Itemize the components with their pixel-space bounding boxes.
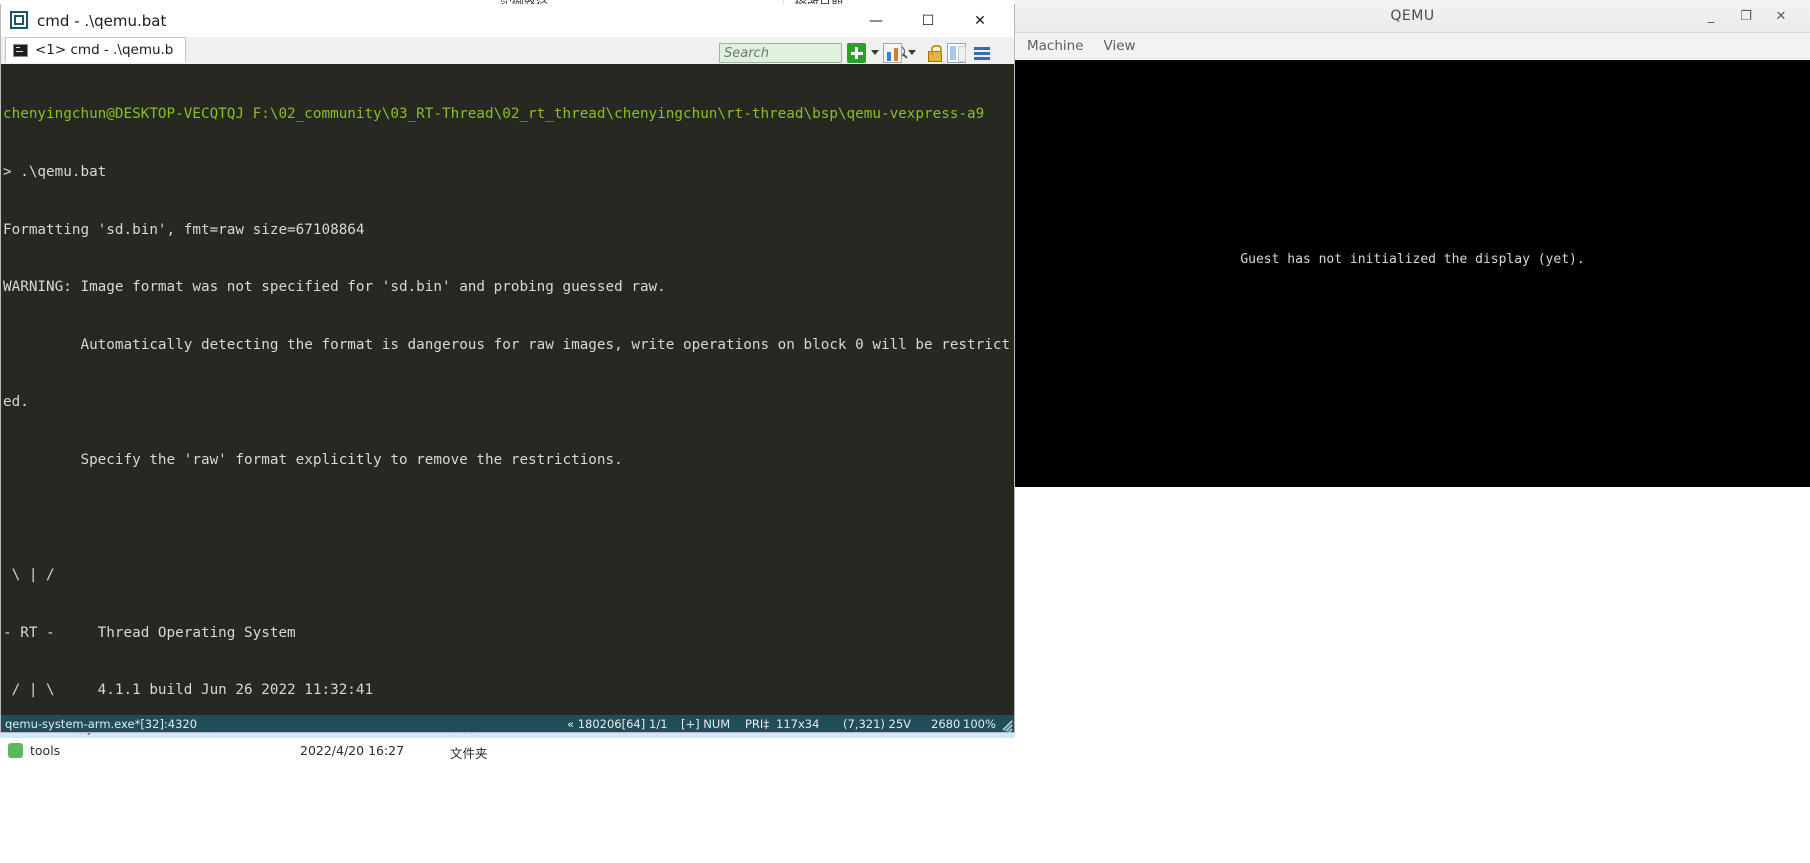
menu-item-machine[interactable]: Machine bbox=[1027, 38, 1084, 54]
console-statusbar: qemu-system-arm.exe*[32]:4320 « 180206[6… bbox=[1, 715, 1014, 732]
console-line: \ | / bbox=[3, 566, 1014, 585]
conemu-icon bbox=[10, 11, 28, 29]
console-line: Specify the 'raw' format explicitly to r… bbox=[3, 451, 1014, 470]
console-titlebar[interactable]: cmd - .\qemu.bat — ☐ ✕ bbox=[1, 4, 1014, 37]
qemu-guest-display[interactable]: Guest has not initialized the display (y… bbox=[1015, 60, 1810, 487]
status-keys[interactable]: [+] NUM bbox=[681, 717, 730, 731]
console-line bbox=[3, 509, 1014, 528]
status-process-name: qemu-system-arm.exe*[32]:4320 bbox=[5, 717, 197, 731]
explorer-file-list: SHO公路-yizhiban-INTEL 2022/6/3 14:08 文件夹 … bbox=[0, 712, 1015, 863]
console-line: chenyingchun@DESKTOP-VECQTQJ F:\02_commu… bbox=[3, 105, 1014, 124]
new-console-button[interactable] bbox=[847, 43, 866, 63]
qemu-close-button[interactable]: ✕ bbox=[1764, 0, 1798, 33]
status-buffer[interactable]: « 180206[64] bbox=[567, 717, 645, 731]
qemu-menubar: Machine View bbox=[1015, 33, 1810, 59]
search-input[interactable] bbox=[720, 46, 892, 61]
console-tab-icon bbox=[13, 44, 28, 57]
file-date: 2022/4/20 16:27 bbox=[300, 743, 404, 758]
conemu-console-window: cmd - .\qemu.bat — ☐ ✕ <1> cmd - .\qemu.… bbox=[0, 4, 1015, 733]
bar-chart-icon[interactable] bbox=[883, 43, 902, 63]
qemu-titlebar[interactable]: QEMU _ ❐ ✕ bbox=[1015, 0, 1810, 33]
qemu-window: QEMU _ ❐ ✕ Machine View Guest has not in… bbox=[1015, 0, 1810, 863]
console-line: Automatically detecting the format is da… bbox=[3, 336, 1014, 355]
console-line: / | \ 4.1.1 build Jun 26 2022 11:32:41 bbox=[3, 681, 1014, 700]
status-zoom[interactable]: 100% bbox=[963, 717, 996, 731]
padlock-icon[interactable] bbox=[925, 43, 942, 63]
file-type: 文件夹 bbox=[450, 743, 488, 762]
console-line: - RT - Thread Operating System bbox=[3, 624, 1014, 643]
console-line: > .\qemu.bat bbox=[3, 163, 1014, 182]
chevron-down-icon[interactable] bbox=[871, 50, 879, 55]
console-tab-label: <1> cmd - .\qemu.b bbox=[35, 42, 173, 58]
hamburger-menu-icon[interactable] bbox=[973, 43, 992, 63]
status-cursor[interactable]: (7,321) 25V bbox=[843, 717, 911, 731]
console-line: WARNING: Image format was not specified … bbox=[3, 278, 1014, 297]
qemu-window-body bbox=[1015, 487, 1810, 863]
qemu-window-title: QEMU bbox=[1015, 8, 1810, 24]
table-row[interactable]: tools 2022/4/20 16:27 文件夹 bbox=[0, 738, 1015, 764]
split-panel-icon[interactable] bbox=[947, 43, 966, 63]
file-name: tools bbox=[30, 743, 60, 758]
qemu-guest-message: Guest has not initialized the display (y… bbox=[1015, 252, 1810, 267]
console-tab-1[interactable]: <1> cmd - .\qemu.b bbox=[5, 37, 186, 63]
console-window-title: cmd - .\qemu.bat bbox=[37, 12, 166, 30]
status-memory[interactable]: 2680 bbox=[931, 717, 960, 731]
console-line: ed. bbox=[3, 393, 1014, 412]
console-output[interactable]: chenyingchun@DESKTOP-VECQTQJ F:\02_commu… bbox=[1, 64, 1014, 716]
status-priority[interactable]: PRI‡ bbox=[745, 717, 769, 731]
folder-green-icon bbox=[8, 743, 23, 758]
chevron-down-icon[interactable] bbox=[908, 50, 916, 55]
status-size[interactable]: 117x34 bbox=[776, 717, 819, 731]
status-pages[interactable]: 1/1 bbox=[649, 717, 668, 731]
qemu-minimize-button[interactable]: _ bbox=[1694, 0, 1728, 33]
console-line: Formatting 'sd.bin', fmt=raw size=671088… bbox=[3, 221, 1014, 240]
menu-item-view[interactable]: View bbox=[1104, 38, 1136, 54]
console-minimize-button[interactable]: — bbox=[852, 4, 900, 37]
search-box[interactable] bbox=[719, 43, 842, 63]
console-close-button[interactable]: ✕ bbox=[956, 4, 1004, 37]
console-maximize-button[interactable]: ☐ bbox=[904, 4, 952, 37]
qemu-maximize-button[interactable]: ❐ bbox=[1729, 0, 1763, 33]
resize-grip-icon[interactable] bbox=[999, 718, 1012, 731]
